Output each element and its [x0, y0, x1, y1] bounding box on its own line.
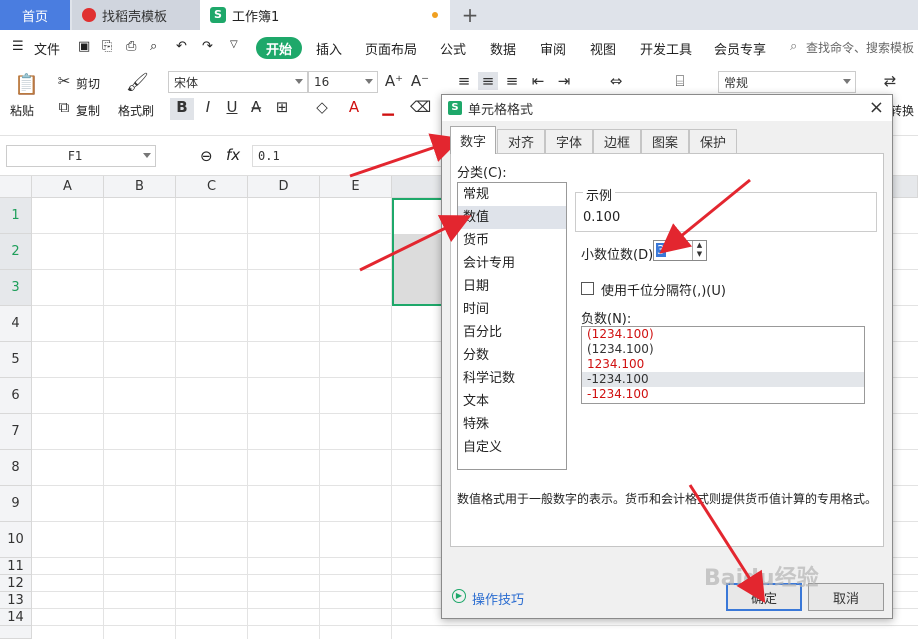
tab-number-label: 数字 — [459, 135, 486, 150]
arrow-to-decimal-places — [659, 178, 751, 254]
arrow-to-number-category — [359, 215, 472, 272]
tab-number[interactable]: 数字 — [450, 126, 496, 154]
annotation-arrows — [349, 133, 766, 604]
arrow-to-ok-button — [688, 484, 766, 604]
arrow-to-number-tab — [349, 133, 462, 178]
